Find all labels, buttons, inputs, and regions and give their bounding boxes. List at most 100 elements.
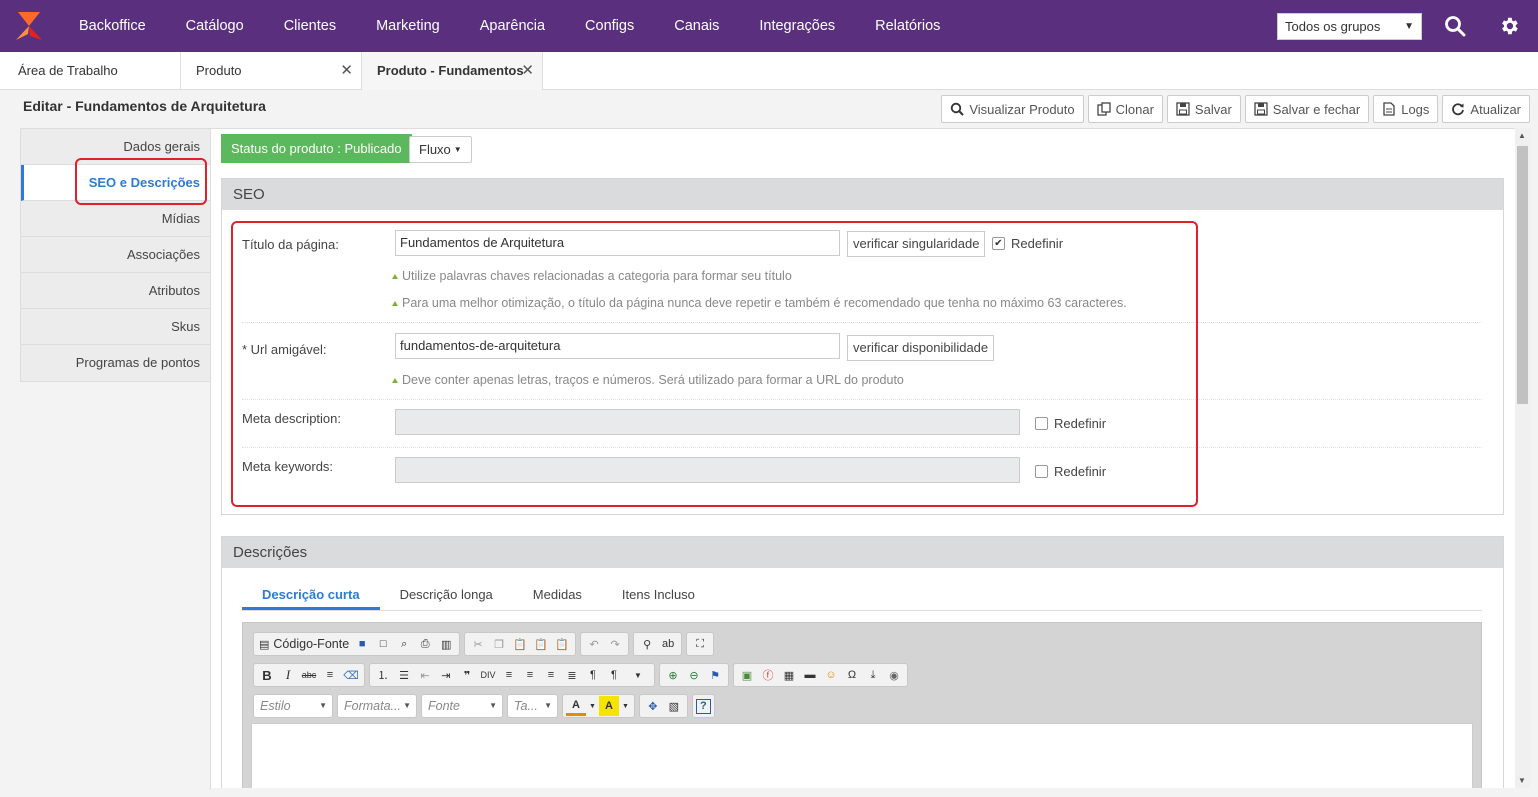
nav-integracoes[interactable]: Integrações <box>739 0 855 52</box>
table-icon[interactable]: ▦ <box>779 665 799 685</box>
nav-backoffice[interactable]: Backoffice <box>58 0 166 52</box>
vertical-scrollbar[interactable]: ▲ ▼ <box>1515 128 1530 788</box>
bulleted-list-icon[interactable]: ☰ <box>394 665 414 685</box>
cut-icon[interactable]: ✂ <box>468 634 488 654</box>
templates-icon[interactable]: ▥ <box>436 634 456 654</box>
new-page-icon[interactable]: □ <box>373 634 393 654</box>
caret-down-icon[interactable]: ▼ <box>587 696 598 716</box>
maximize-icon[interactable]: ✥ <box>643 696 663 716</box>
find-icon[interactable]: ⚲ <box>637 634 657 654</box>
indent-icon[interactable]: ⇥ <box>436 665 456 685</box>
undo-icon[interactable]: ↶ <box>584 634 604 654</box>
sidebar-item-associacoes[interactable]: Associações <box>21 237 210 273</box>
numbered-list-icon[interactable]: ⒈ <box>373 665 393 685</box>
tab-area-de-trabalho[interactable]: Área de Trabalho <box>0 52 181 90</box>
search-icon[interactable] <box>1443 14 1467 38</box>
align-left-icon[interactable]: ≡ <box>499 665 519 685</box>
toolbar-group-tools: ✥ ▧ <box>638 694 688 718</box>
style-select[interactable]: Estilo ▼ <box>253 694 333 718</box>
clone-button[interactable]: Clonar <box>1087 95 1163 123</box>
sidebar-item-atributos[interactable]: Atributos <box>21 273 210 309</box>
format-select[interactable]: Formata... ▼ <box>337 694 417 718</box>
horizontal-line-icon[interactable]: ▬ <box>800 665 820 685</box>
justify-icon[interactable]: ≣ <box>562 665 582 685</box>
tab-produto-fundamentos[interactable]: Produto - Fundamentos ✕ <box>362 52 543 90</box>
tab-descricao-longa[interactable]: Descrição longa <box>380 581 513 610</box>
align-center-icon[interactable]: ≡ <box>520 665 540 685</box>
save-icon[interactable]: ■ <box>352 634 372 654</box>
nav-catalogo[interactable]: Catálogo <box>166 0 264 52</box>
group-select[interactable]: Todos os grupos ▼ <box>1277 13 1422 40</box>
smiley-icon[interactable]: ☺ <box>821 665 841 685</box>
source-code-button[interactable]: ▤ Código-Fonte <box>257 634 351 654</box>
select-all-icon[interactable]: ⛶ <box>690 634 710 654</box>
brand-logo[interactable] <box>0 0 58 52</box>
replace-icon[interactable]: ab <box>658 634 678 654</box>
nav-configs[interactable]: Configs <box>565 0 654 52</box>
text-color-icon[interactable]: A <box>566 696 586 716</box>
ltr-icon[interactable]: ¶ <box>583 665 603 685</box>
rtl-icon[interactable]: ¶ <box>604 665 624 685</box>
print-icon[interactable]: ⎙ <box>415 634 435 654</box>
paste-word-icon[interactable]: 📋 <box>552 634 572 654</box>
link-icon[interactable]: ⊕ <box>663 665 683 685</box>
logs-label: Logs <box>1401 101 1430 117</box>
flash-icon[interactable]: ⓕ <box>758 665 778 685</box>
scroll-up-icon[interactable]: ▲ <box>1518 131 1526 140</box>
image-icon[interactable]: ▣ <box>737 665 757 685</box>
div-icon[interactable]: DIV <box>478 665 498 685</box>
caret-down-icon[interactable]: ▼ <box>620 696 631 716</box>
caret-down-icon: ▼ <box>403 701 411 710</box>
tab-medidas[interactable]: Medidas <box>513 581 602 610</box>
show-blocks-icon[interactable]: ▧ <box>664 696 684 716</box>
tab-descricao-curta[interactable]: Descrição curta <box>242 581 380 610</box>
editor-content-area[interactable] <box>251 723 1473 788</box>
language-dropdown[interactable]: ▼ <box>625 665 651 685</box>
save-close-button[interactable]: Salvar e fechar <box>1244 95 1370 123</box>
nav-clientes[interactable]: Clientes <box>264 0 356 52</box>
outdent-icon[interactable]: ⇤ <box>415 665 435 685</box>
nav-canais[interactable]: Canais <box>654 0 739 52</box>
tab-produto[interactable]: Produto ✕ <box>181 52 362 90</box>
redo-icon[interactable]: ↷ <box>605 634 625 654</box>
paste-text-icon[interactable]: 📋 <box>531 634 551 654</box>
special-char-icon[interactable]: Ω <box>842 665 862 685</box>
close-icon[interactable]: ✕ <box>521 52 534 90</box>
scroll-down-icon[interactable]: ▼ <box>1518 776 1526 785</box>
page-break-icon[interactable]: ⤓ <box>863 665 883 685</box>
format-select-label: Formata... <box>344 699 401 713</box>
save-button[interactable]: Salvar <box>1166 95 1241 123</box>
font-select[interactable]: Fonte ▼ <box>421 694 503 718</box>
iframe-icon[interactable]: ◉ <box>884 665 904 685</box>
refresh-button[interactable]: Atualizar <box>1442 95 1530 123</box>
size-select[interactable]: Ta... ▼ <box>507 694 558 718</box>
bg-color-icon[interactable]: A <box>598 696 619 716</box>
scrollbar-thumb[interactable] <box>1517 146 1528 404</box>
paste-icon[interactable]: 📋 <box>510 634 530 654</box>
preview-icon[interactable]: ⌕ <box>394 634 414 654</box>
align-right-icon[interactable]: ≡ <box>541 665 561 685</box>
blockquote-icon[interactable]: ❞ <box>457 665 477 685</box>
subscript-icon[interactable]: ≡ <box>320 665 340 685</box>
nav-aparencia[interactable]: Aparência <box>460 0 565 52</box>
italic-icon[interactable]: I <box>278 665 298 685</box>
sidebar-item-skus[interactable]: Skus <box>21 309 210 345</box>
anchor-flag-icon[interactable]: ⚑ <box>705 665 725 685</box>
strikethrough-icon[interactable]: abc <box>299 665 319 685</box>
tab-itens-incluso[interactable]: Itens Incluso <box>602 581 715 610</box>
toolbar-group-basic: B I abc ≡ ⌫ <box>253 663 365 687</box>
logs-button[interactable]: Logs <box>1373 95 1439 123</box>
nav-marketing[interactable]: Marketing <box>356 0 460 52</box>
remove-format-icon[interactable]: ⌫ <box>341 665 361 685</box>
nav-relatorios[interactable]: Relatórios <box>855 0 960 52</box>
help-icon[interactable]: ? <box>695 698 711 714</box>
gear-icon[interactable] <box>1497 14 1521 38</box>
sidebar-item-programas-pontos[interactable]: Programas de pontos <box>21 345 210 381</box>
sidebar-item-midias[interactable]: Mídias <box>21 201 210 237</box>
fluxo-dropdown[interactable]: Fluxo ▼ <box>409 136 472 163</box>
view-product-button[interactable]: Visualizar Produto <box>941 95 1084 123</box>
copy-icon[interactable]: ❐ <box>489 634 509 654</box>
unlink-icon[interactable]: ⊖ <box>684 665 704 685</box>
close-icon[interactable]: ✕ <box>340 52 353 90</box>
bold-icon[interactable]: B <box>257 665 277 685</box>
